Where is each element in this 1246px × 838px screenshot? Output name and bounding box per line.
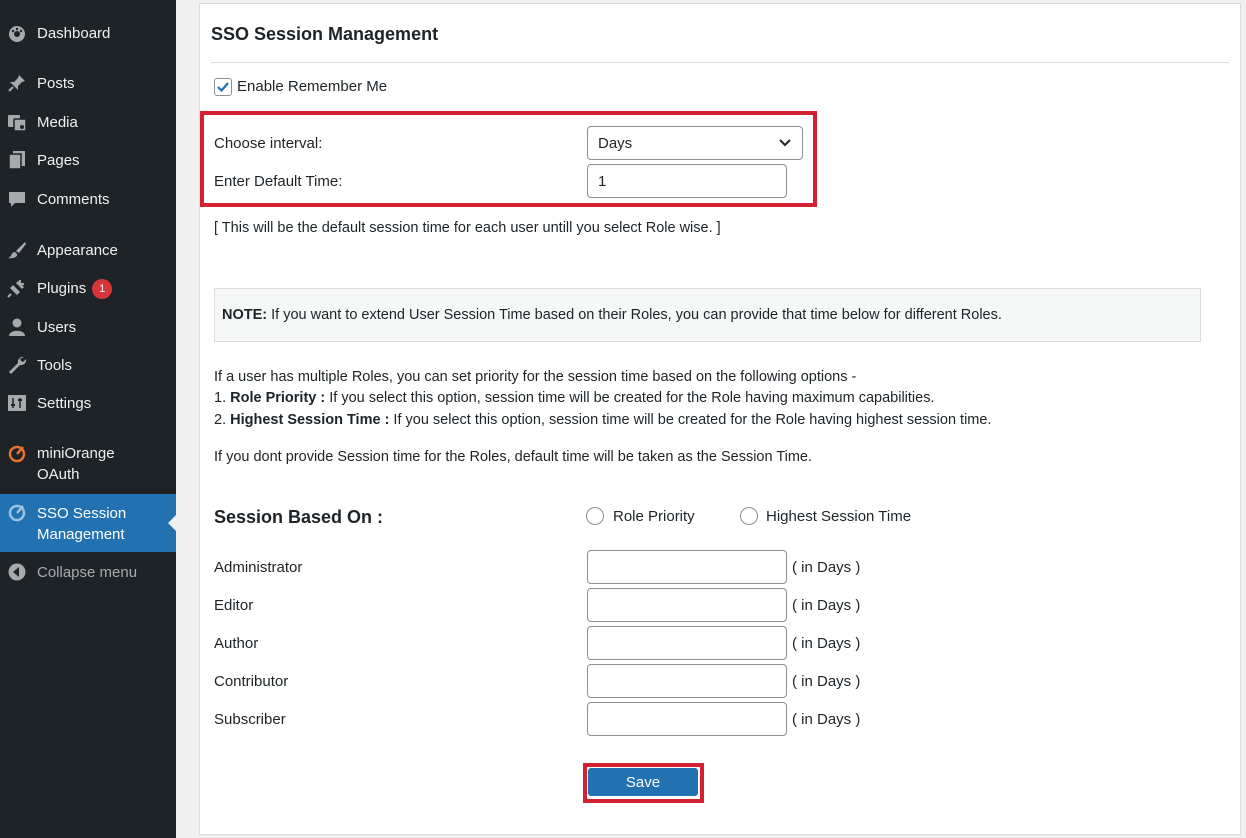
note-box: NOTE: If you want to extend User Session… — [214, 288, 1201, 342]
sidebar-item-label: Settings — [37, 394, 92, 412]
unit-suffix: ( in Days ) — [792, 711, 861, 728]
sidebar-item-users[interactable]: Users — [0, 316, 176, 338]
miniorange-icon — [7, 444, 27, 464]
contributor-time-input[interactable] — [587, 664, 787, 698]
note-text: If you want to extend User Session Time … — [267, 307, 1002, 323]
fallback-text: If you dont provide Session time for the… — [214, 449, 813, 465]
plugin-icon — [7, 278, 27, 298]
sidebar-item-posts[interactable]: Posts — [0, 72, 176, 94]
sidebar-item-media[interactable]: Media — [0, 111, 176, 133]
role-priority-radio[interactable] — [586, 507, 604, 525]
update-count-badge: 1 — [92, 278, 113, 299]
unit-suffix: ( in Days ) — [792, 673, 861, 690]
wrench-icon — [7, 355, 27, 375]
divider — [211, 62, 1229, 63]
sidebar-item-label: miniOrange — [37, 445, 115, 462]
role-priority-label[interactable]: Role Priority — [613, 508, 695, 525]
sidebar-item-label: Appearance — [37, 241, 118, 259]
sidebar-item-settings[interactable]: Settings — [0, 392, 176, 414]
unit-suffix: ( in Days ) — [792, 597, 861, 614]
highest-session-time-label[interactable]: Highest Session Time — [766, 508, 911, 525]
sidebar-item-dashboard[interactable]: Dashboard — [0, 22, 176, 44]
administrator-time-input[interactable] — [587, 550, 787, 584]
sso-session-panel: SSO Session Management Enable Remember M… — [199, 3, 1241, 835]
user-icon — [7, 317, 27, 337]
sidebar-item-tools[interactable]: Tools — [0, 354, 176, 376]
note-label: NOTE: — [222, 307, 268, 323]
dashboard-icon — [7, 23, 27, 43]
role-label-author: Author — [214, 635, 259, 652]
editor-time-input[interactable] — [587, 588, 787, 622]
option2-description: 2. Highest Session Time : If you select … — [214, 412, 992, 428]
sidebar-item-plugins[interactable]: Plugins 1 — [0, 277, 176, 299]
sidebar-item-label: Comments — [37, 190, 110, 208]
miniorange-icon — [7, 503, 27, 523]
checkmark-icon — [217, 82, 229, 93]
unit-suffix: ( in Days ) — [792, 635, 861, 652]
brush-icon — [7, 240, 27, 260]
comment-icon — [7, 189, 27, 209]
pages-icon — [7, 150, 27, 170]
page-title: SSO Session Management — [211, 24, 439, 44]
media-icon — [7, 112, 27, 132]
admin-sidebar: Dashboard Posts Media Pages Comments App… — [0, 0, 176, 838]
chevron-down-icon — [779, 139, 791, 147]
sidebar-item-pages[interactable]: Pages — [0, 149, 176, 171]
interval-select[interactable]: Days — [587, 126, 803, 160]
session-based-on-label: Session Based On : — [214, 507, 384, 527]
sidebar-item-label: Collapse menu — [37, 563, 138, 581]
choose-interval-label: Choose interval: — [214, 135, 323, 152]
sidebar-item-label: Tools — [37, 356, 73, 374]
save-button[interactable]: Save — [588, 768, 698, 796]
collapse-arrow-icon — [7, 562, 27, 582]
unit-suffix: ( in Days ) — [792, 559, 861, 576]
option1-description: 1. Role Priority : If you select this op… — [214, 390, 935, 406]
default-time-label: Enter Default Time: — [214, 173, 343, 190]
priority-intro: If a user has multiple Roles, you can se… — [214, 369, 857, 385]
collapse-menu-button[interactable]: Collapse menu — [0, 561, 176, 583]
default-time-hint: [ This will be the default session time … — [214, 220, 721, 236]
default-time-value: 1 — [598, 172, 607, 190]
role-label-editor: Editor — [214, 597, 254, 614]
sidebar-item-label: Posts — [37, 74, 75, 92]
sidebar-item-label: Pages — [37, 151, 80, 169]
sidebar-item-label-line2: Management — [37, 526, 125, 543]
sidebar-item-label: Plugins — [37, 279, 87, 297]
highest-session-time-radio[interactable] — [740, 507, 758, 525]
sidebar-item-label: Media — [37, 113, 78, 131]
settings-icon — [7, 393, 27, 413]
role-label-subscriber: Subscriber — [214, 711, 286, 728]
pin-icon — [7, 73, 27, 93]
role-label-contributor: Contributor — [214, 673, 289, 690]
sidebar-item-label-line2: OAuth — [37, 466, 80, 483]
sidebar-item-appearance[interactable]: Appearance — [0, 239, 176, 261]
sidebar-item-sso-session-management[interactable]: SSO Session Management — [0, 494, 176, 552]
subscriber-time-input[interactable] — [587, 702, 787, 736]
interval-selected-value: Days — [598, 134, 633, 152]
sidebar-item-comments[interactable]: Comments — [0, 188, 176, 210]
sidebar-item-label: Users — [37, 318, 77, 336]
sidebar-item-label: Dashboard — [37, 24, 111, 42]
remember-me-checkbox[interactable] — [214, 78, 232, 96]
sidebar-item-miniorange-oauth[interactable]: miniOrange OAuth — [0, 443, 176, 487]
default-time-input[interactable]: 1 — [587, 164, 787, 198]
role-label-administrator: Administrator — [214, 559, 303, 576]
sidebar-item-label: SSO Session — [37, 505, 127, 522]
remember-me-label: Enable Remember Me — [237, 78, 388, 95]
author-time-input[interactable] — [587, 626, 787, 660]
